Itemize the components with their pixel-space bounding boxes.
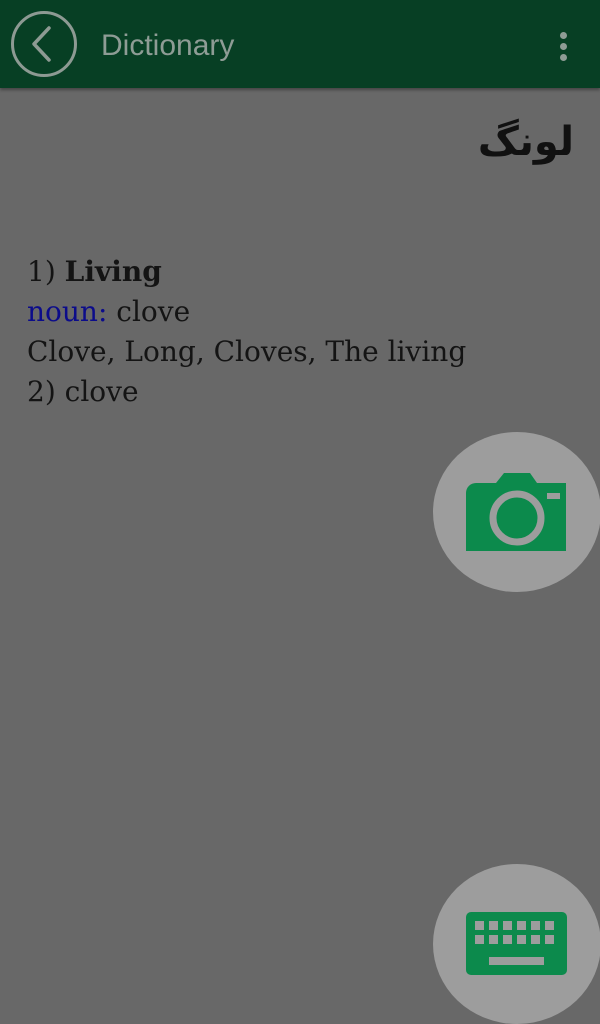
entry-number: 1) — [27, 255, 56, 288]
headword: لونگ — [477, 119, 574, 165]
entry-number: 2) — [27, 375, 56, 408]
definition-list: 1) Living noun: clove Clove, Long, Clove… — [27, 252, 466, 412]
part-of-speech: noun: — [27, 295, 108, 328]
definition-line: noun: clove — [27, 292, 466, 332]
dictionary-screen: Dictionary لونگ 1) Living noun: clove Cl… — [0, 0, 600, 1024]
keyboard-icon — [466, 912, 567, 975]
keyboard-button[interactable] — [433, 864, 600, 1024]
toolbar: Dictionary — [0, 0, 600, 88]
camera-icon — [466, 473, 566, 551]
back-button[interactable] — [11, 11, 77, 77]
definition-line: 2) clove — [27, 372, 466, 412]
definition-line: 1) Living — [27, 252, 466, 292]
overflow-menu-button[interactable] — [546, 24, 582, 68]
more-vert-icon — [560, 32, 567, 39]
entry-word: clove — [64, 375, 139, 408]
entry-word: Living — [64, 255, 162, 288]
meaning-text: clove — [116, 295, 191, 328]
camera-button[interactable] — [433, 432, 600, 592]
chevron-left-icon — [32, 26, 51, 62]
synonyms-line: Clove, Long, Cloves, The living — [27, 335, 467, 368]
page-title: Dictionary — [101, 29, 235, 62]
